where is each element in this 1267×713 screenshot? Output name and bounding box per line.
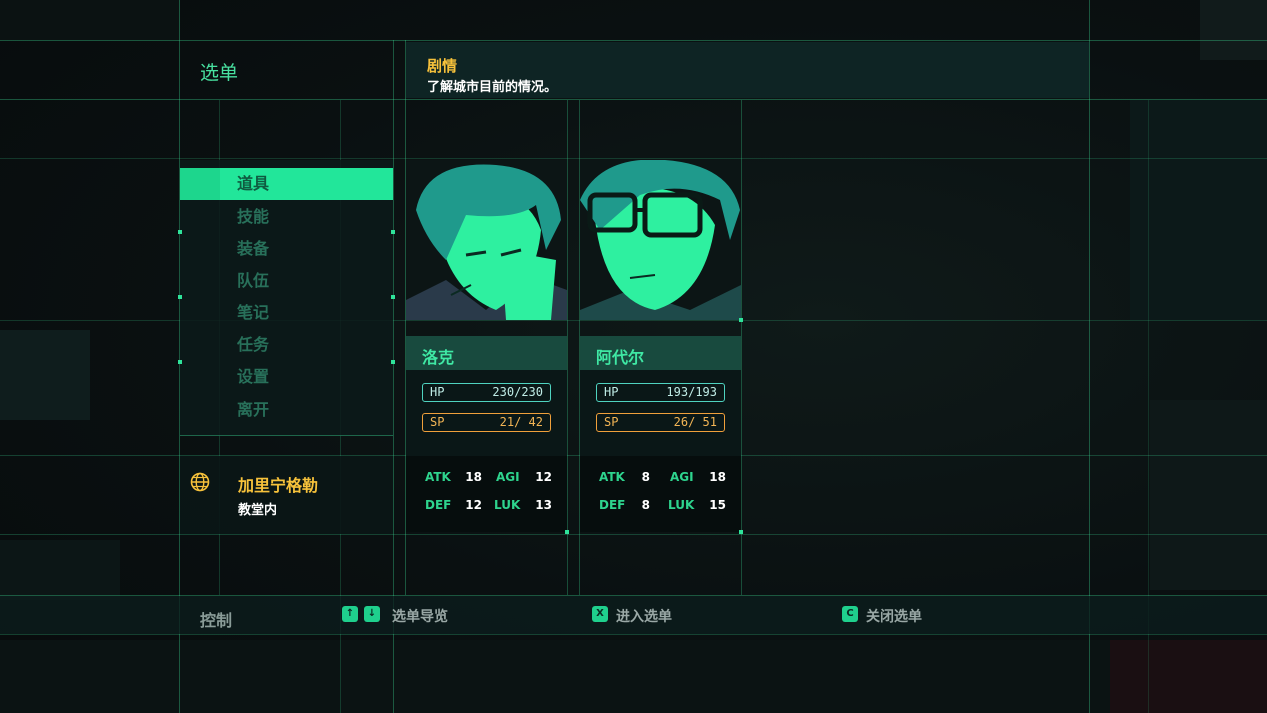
hint-navigate-text: 选单导览: [392, 609, 448, 625]
character-portrait: [580, 160, 741, 320]
grid-line: [0, 534, 1267, 535]
grid-node: [739, 530, 743, 534]
up-arrow-key-icon: ↑: [342, 606, 358, 622]
atk-value: 8: [641, 470, 650, 484]
menu-title: 选单: [200, 62, 239, 84]
menu-item-label: 技能: [237, 207, 270, 226]
grid-node: [565, 530, 569, 534]
sp-value: 21/ 42: [499, 415, 543, 429]
grid-line: [567, 100, 568, 595]
luk-label: LUK: [668, 498, 695, 512]
def-label: DEF: [425, 498, 452, 512]
bg-block: [0, 330, 90, 420]
menu-item-equipment[interactable]: 装备: [180, 233, 393, 265]
bg-block: [0, 540, 120, 600]
menu-item-settings[interactable]: 设置: [180, 361, 393, 393]
def-value: 8: [641, 498, 650, 512]
menu-item-label: 笔记: [237, 303, 270, 322]
menu-item-label: 队伍: [237, 271, 270, 290]
party-member-card[interactable]: 洛克 HP 230/230 SP 21/ 42 ATK 18 AGI 12 DE…: [406, 160, 567, 532]
hp-label: HP: [430, 385, 445, 399]
atk-label: ATK: [599, 470, 625, 484]
luk-value: 15: [709, 498, 726, 512]
menu-item-skills[interactable]: 技能: [180, 201, 393, 233]
character-name: 洛克: [422, 348, 455, 367]
grid-line: [0, 40, 1267, 41]
sp-label: SP: [430, 415, 445, 429]
bg-block: [1200, 0, 1267, 60]
sp-gauge: SP 26/ 51: [596, 413, 725, 432]
atk-value: 18: [465, 470, 482, 484]
portrait-art-icon: [406, 160, 567, 320]
menu-item-label: 任务: [237, 335, 270, 354]
grid-line: [0, 99, 1267, 100]
agi-label: AGI: [496, 470, 520, 484]
x-key-icon: X: [592, 606, 608, 622]
menu-item-label: 离开: [237, 400, 270, 419]
hint-enter-text: 进入选单: [616, 609, 672, 625]
bg-block: [0, 0, 180, 40]
menu-item-leave[interactable]: 离开: [180, 394, 393, 426]
controls-label: 控制: [200, 611, 233, 630]
bg-block: [1150, 400, 1267, 590]
luk-value: 13: [535, 498, 552, 512]
grid-node: [739, 318, 743, 322]
menu-item-party[interactable]: 队伍: [180, 265, 393, 297]
grid-line: [0, 634, 1267, 635]
hp-label: HP: [604, 385, 619, 399]
menu-item-notes[interactable]: 笔记: [180, 297, 393, 329]
down-arrow-key-icon: ↓: [364, 606, 380, 622]
hp-value: 230/230: [492, 385, 543, 399]
location-subarea: 教堂内: [238, 503, 278, 518]
agi-label: AGI: [670, 470, 694, 484]
menu-item-label: 道具: [237, 174, 270, 193]
sp-gauge: SP 21/ 42: [422, 413, 551, 432]
grid-node: [178, 230, 182, 234]
story-title: 剧情: [427, 57, 458, 75]
grid-node: [391, 230, 395, 234]
grid-node: [391, 295, 395, 299]
def-value: 12: [465, 498, 482, 512]
hp-value: 193/193: [666, 385, 717, 399]
main-menu: 道具 技能 装备 队伍 笔记 任务 设置 离开: [180, 160, 393, 436]
luk-label: LUK: [494, 498, 521, 512]
game-menu-screen: 选单 剧情 了解城市目前的情况。 道具 技能 装备 队伍 笔记 任务 设置 离开…: [0, 0, 1267, 713]
portrait-art-icon: [580, 160, 741, 320]
agi-value: 12: [535, 470, 552, 484]
character-portrait: [406, 160, 567, 320]
attribute-panel: [406, 456, 567, 532]
hp-gauge: HP 193/193: [596, 383, 725, 402]
grid-line: [0, 158, 1267, 159]
bg-block: [0, 640, 1267, 713]
globe-icon: [190, 472, 210, 492]
grid-node: [178, 295, 182, 299]
attribute-panel: [580, 456, 741, 532]
menu-item-quests[interactable]: 任务: [180, 329, 393, 361]
grid-node: [391, 360, 395, 364]
menu-item-label: 设置: [237, 367, 270, 386]
agi-value: 18: [709, 470, 726, 484]
grid-line: [741, 100, 742, 595]
c-key-icon: C: [842, 606, 858, 622]
menu-item-label: 装备: [237, 239, 270, 258]
hp-gauge: HP 230/230: [422, 383, 551, 402]
party-member-card[interactable]: 阿代尔 HP 193/193 SP 26/ 51 ATK 8 AGI 18 DE…: [580, 160, 741, 532]
def-label: DEF: [599, 498, 626, 512]
grid-node: [178, 360, 182, 364]
menu-item-items[interactable]: 道具: [180, 168, 393, 200]
character-name: 阿代尔: [596, 348, 645, 367]
bg-block: [1130, 100, 1267, 320]
sp-label: SP: [604, 415, 619, 429]
location-name: 加里宁格勒: [238, 476, 319, 495]
hint-close-text: 关闭选单: [866, 609, 922, 625]
atk-label: ATK: [425, 470, 451, 484]
sp-value: 26/ 51: [673, 415, 717, 429]
story-description: 了解城市目前的情况。: [427, 80, 558, 95]
bg-block: [1110, 640, 1267, 713]
